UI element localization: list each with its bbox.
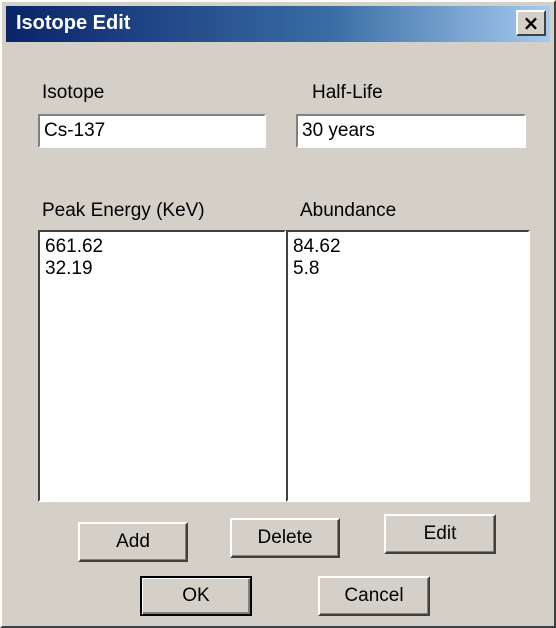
- list-item[interactable]: 661.62: [45, 236, 284, 258]
- isotope-label: Isotope: [42, 82, 105, 103]
- edit-button[interactable]: Edit: [384, 514, 496, 554]
- cancel-button[interactable]: Cancel: [318, 576, 430, 616]
- ok-button[interactable]: OK: [140, 576, 252, 616]
- list-item[interactable]: 32.19: [45, 258, 284, 280]
- isotope-field[interactable]: Cs-137: [38, 114, 266, 148]
- peak-energy-list[interactable]: 661.62 32.19: [38, 230, 286, 502]
- peak-energy-label: Peak Energy (KeV): [42, 200, 205, 221]
- list-item[interactable]: 84.62: [293, 236, 528, 258]
- list-item[interactable]: 5.8: [293, 258, 528, 280]
- close-icon: ×: [522, 11, 540, 35]
- half-life-field[interactable]: 30 years: [296, 114, 526, 148]
- abundance-label: Abundance: [300, 200, 397, 221]
- title-bar[interactable]: Isotope Edit ×: [6, 6, 550, 42]
- half-life-label: Half-Life: [312, 82, 383, 103]
- close-button[interactable]: ×: [516, 10, 546, 36]
- window-title: Isotope Edit: [16, 12, 131, 34]
- abundance-list[interactable]: 84.62 5.8: [286, 230, 530, 502]
- add-button[interactable]: Add: [78, 522, 188, 562]
- isotope-edit-dialog: Isotope Edit × Isotope Cs-137 Half-Life …: [0, 0, 556, 628]
- delete-button[interactable]: Delete: [230, 518, 340, 558]
